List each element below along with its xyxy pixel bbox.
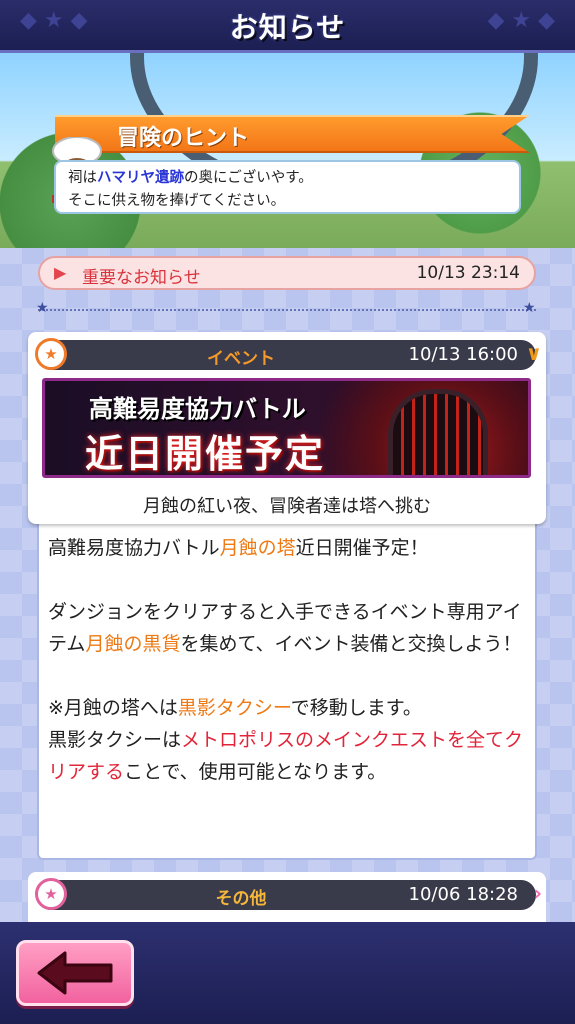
hint-message-box: 祠はハマリヤ遺跡の奥にございやす。 そこに供え物を捧げてください。 xyxy=(54,160,521,214)
body-text: 近日開催予定！ xyxy=(295,537,429,559)
notice-date: 10/06 18:28 xyxy=(408,884,518,905)
header-bar: ◆ ★ ◆ お知らせ ◆ ★ ◆ xyxy=(0,0,575,53)
important-notice-date: 10/13 23:14 xyxy=(416,263,520,283)
body-highlight: 黒影タクシー xyxy=(177,697,291,719)
notice-header: イベント 10/13 16:00 xyxy=(36,340,536,370)
divider-star-icon: ★ xyxy=(36,300,49,316)
body-text: ※月蝕の塔へは xyxy=(48,697,178,719)
chevron-right-icon: ▶ xyxy=(54,263,67,282)
body-highlight: 月蝕の塔 xyxy=(219,537,296,559)
body-text: 黒影タクシーは xyxy=(48,729,182,751)
important-notice-button[interactable]: ▶ 重要なお知らせ 10/13 23:14 xyxy=(38,256,536,290)
notice-category: イベント xyxy=(207,349,275,369)
hint-place-highlight: ハマリヤ遺跡 xyxy=(97,170,184,186)
back-button[interactable] xyxy=(16,940,134,1006)
star-badge-icon: ★ xyxy=(35,338,67,370)
body-paragraph: ダンジョンをクリアすると入手できるイベント専用アイテム月蝕の黒貨を集めて、イベン… xyxy=(48,596,528,660)
notice-category: その他 xyxy=(215,889,267,909)
notice-body-text: 高難易度協力バトル月蝕の塔近日開催予定！ ダンジョンをクリアすると入手できるイベ… xyxy=(48,532,528,788)
header-ornament-right: ◆ ★ ◆ xyxy=(487,8,555,33)
important-notice-label: 重要なお知らせ xyxy=(82,268,201,288)
back-arrow-icon xyxy=(37,951,113,995)
star-badge-icon: ★ xyxy=(35,878,67,910)
hint-title: 冒険のヒント xyxy=(117,126,250,151)
hint-scene-background: 冒険のヒント xyxy=(0,53,575,248)
banner-line-1: 高難易度協力バトル xyxy=(89,395,306,423)
body-paragraph: 高難易度協力バトル月蝕の塔近日開催予定！ xyxy=(48,532,528,564)
notice-header: その他 10/06 18:28 xyxy=(36,880,536,910)
body-paragraph: ※月蝕の塔へは黒影タクシーで移動します。 xyxy=(48,692,528,724)
chevron-down-icon[interactable]: ∨ xyxy=(526,341,542,365)
hint-text: の奥にございやす。 xyxy=(184,170,313,186)
divider xyxy=(38,309,536,311)
banner-line-2: 近日開催予定 xyxy=(85,432,326,476)
hint-text: 祠は xyxy=(68,170,97,186)
body-text: ことで、使用可能となります。 xyxy=(124,761,387,783)
hint-banner: 冒険のヒント xyxy=(55,115,530,153)
chevron-right-icon[interactable]: › xyxy=(534,881,542,905)
notice-card-event[interactable]: イベント 10/13 16:00 ★ ∨ 高難易度協力バトル 近日開催予定 月蝕… xyxy=(28,332,546,524)
body-text: 高難易度協力バトル xyxy=(48,537,220,559)
divider-star-icon: ★ xyxy=(523,300,536,316)
hint-line-2: そこに供え物を捧げてください。 xyxy=(68,193,286,209)
banner-gate-art xyxy=(388,389,488,475)
hint-line-1: 祠はハマリヤ遺跡の奥にございやす。 xyxy=(68,167,519,190)
notice-date: 10/13 16:00 xyxy=(408,344,518,365)
body-text: を集めて、イベント装備と交換しよう！ xyxy=(180,633,522,655)
body-text: で移動します。 xyxy=(290,697,422,719)
body-highlight: 月蝕の黒貨 xyxy=(85,633,181,655)
event-banner-image: 高難易度協力バトル 近日開催予定 xyxy=(42,378,531,478)
notice-subtitle: 月蝕の紅い夜、冒険者達は塔へ挑む xyxy=(143,496,431,517)
body-paragraph: 黒影タクシーはメトロポリスのメインクエストを全てクリアすることで、使用可能となり… xyxy=(48,724,528,788)
